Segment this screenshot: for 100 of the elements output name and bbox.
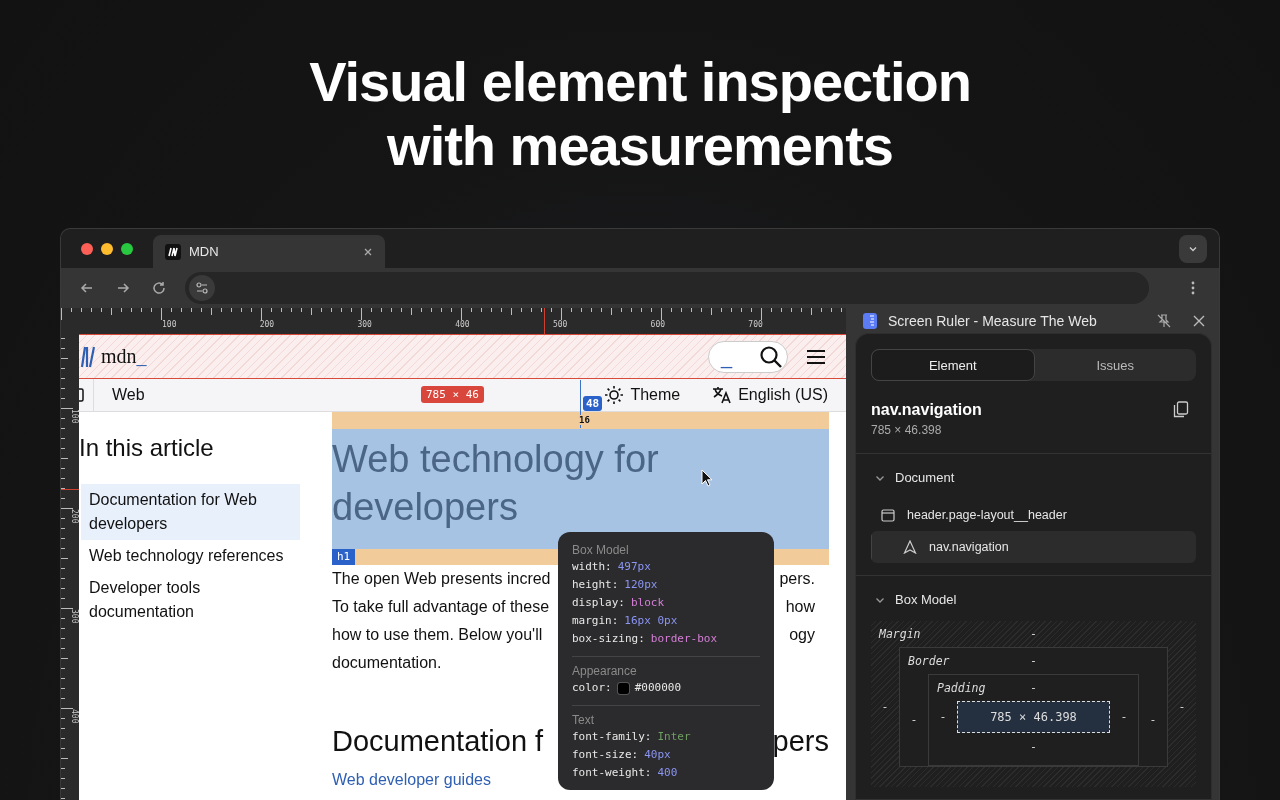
ruler-label: 700 [748, 320, 764, 330]
section-heading: pers [772, 724, 829, 759]
property-name: font-size: [572, 747, 639, 763]
ruler-label: 200 [69, 509, 79, 526]
property-value: 400 [657, 765, 678, 781]
property-name: font-weight: [572, 765, 652, 781]
property-name: height: [572, 577, 619, 593]
property-name: width: [572, 559, 612, 575]
margin-label: 16 [578, 415, 591, 425]
menu-icon[interactable] [806, 348, 826, 365]
paragraph-text: how [785, 597, 815, 617]
paragraph-text: To take full advantage of these [332, 597, 550, 617]
toc-link[interactable]: Web technology references [81, 540, 300, 572]
window-icon [881, 508, 895, 522]
search-button[interactable]: _ [708, 340, 788, 373]
toc-title: In this article [79, 434, 215, 462]
property-value: border-box [650, 631, 718, 647]
sidebar-icon[interactable] [79, 388, 85, 402]
section-toggle[interactable]: Box Model [871, 592, 1196, 607]
box-label: Border [908, 654, 951, 668]
distance-badge: 48 [583, 396, 603, 411]
toc-link[interactable]: Documentation for Web developers [81, 484, 300, 540]
ruler-icon [862, 311, 878, 330]
window-minimize-button[interactable] [101, 242, 113, 255]
element-tag-label: h1 [332, 549, 356, 565]
box-value: - [1177, 700, 1187, 714]
content-box: 785 × 46.398 [957, 701, 1110, 733]
ruler-label: 300 [69, 609, 79, 626]
box-value: - [1030, 740, 1037, 754]
site-logo-text[interactable]: mdn_ [101, 345, 147, 368]
article-link[interactable]: Web developer guides [332, 771, 491, 789]
ruler-label: 400 [455, 320, 471, 330]
property-value: 40px [644, 747, 671, 763]
paragraph-text: ogy [789, 625, 815, 645]
property-name: color: [572, 680, 612, 696]
property-value: 497px [617, 559, 651, 575]
window-close-button[interactable] [81, 242, 93, 255]
property-name: display: [572, 595, 625, 611]
copy-icon[interactable] [1173, 401, 1189, 418]
close-icon[interactable] [363, 246, 373, 257]
paragraph-text: how to use them. Below you'll [332, 625, 543, 645]
ruler-label: 400 [69, 709, 79, 726]
unpin-icon[interactable] [1157, 313, 1171, 328]
language-button[interactable]: English (US) [712, 385, 828, 405]
site-logo-icon [165, 243, 181, 260]
paragraph-text: pers. [779, 569, 815, 589]
logo-icon [81, 345, 95, 368]
section-toggle[interactable]: Document [871, 470, 1196, 485]
box-value: - [909, 713, 919, 727]
translate-icon [712, 385, 733, 405]
tree-item[interactable]: header.page-layout__header [871, 499, 1196, 531]
ruler-label: 100 [162, 320, 178, 330]
theme-button[interactable]: Theme [604, 385, 681, 405]
ruler-label: 300 [357, 320, 373, 330]
site-settings-button[interactable] [189, 275, 215, 301]
tooltip-section-title: Box Model [572, 542, 630, 558]
property-value: #000000 [634, 680, 682, 696]
cursor-marker [61, 489, 79, 490]
property-value: 120px [624, 577, 658, 593]
close-icon[interactable] [1193, 314, 1205, 327]
breadcrumb-link[interactable]: Web [112, 386, 145, 404]
headline: Visual element inspection with measurements [309, 50, 971, 179]
browser-tab[interactable]: MDN [153, 235, 385, 268]
sun-icon [604, 385, 625, 405]
navigation-icon [903, 540, 917, 554]
reload-icon [151, 280, 167, 296]
panel-tab[interactable]: Issues [1034, 349, 1196, 381]
box-value: - [938, 710, 948, 724]
search-icon [759, 344, 783, 369]
mouse-pointer-icon [701, 469, 713, 487]
tree-item[interactable]: nav.navigation [871, 531, 1196, 563]
element-name: nav.navigation [871, 401, 982, 419]
box-label: Margin [879, 627, 922, 641]
box-value: - [1030, 681, 1037, 695]
panel-tab[interactable]: Element [871, 349, 1035, 381]
ruler-label: 100 [69, 409, 79, 426]
element-size: 785 × 46.398 [871, 423, 943, 437]
section-heading: Documentation f [332, 724, 544, 759]
paragraph-text: The open Web presents incred [332, 569, 551, 589]
sliders-icon [195, 281, 209, 295]
tab-title: MDN [189, 244, 220, 259]
box-label: Padding [937, 681, 987, 695]
size-badge: 785 × 46 [421, 386, 484, 403]
box-value: - [1119, 710, 1129, 724]
property-name: margin: [572, 613, 619, 629]
tooltip-section-title: Text [572, 712, 595, 728]
tooltip-section-title: Appearance [572, 663, 638, 679]
property-name: box-sizing: [572, 631, 645, 647]
property-name: font-family: [572, 729, 652, 745]
property-value: 16px 0px [624, 613, 678, 629]
toc-link[interactable]: Developer tools documentation [81, 572, 300, 628]
address-field[interactable] [185, 272, 1149, 304]
property-value: block [631, 595, 665, 611]
window-maximize-button[interactable] [121, 242, 133, 255]
search-cursor: _ [721, 346, 733, 367]
ruler-label: 600 [650, 320, 667, 330]
ruler-label: 200 [259, 320, 276, 330]
paragraph-text: documentation. [332, 653, 442, 673]
kebab-menu-icon [1191, 281, 1195, 295]
box-value: - [1148, 713, 1158, 727]
